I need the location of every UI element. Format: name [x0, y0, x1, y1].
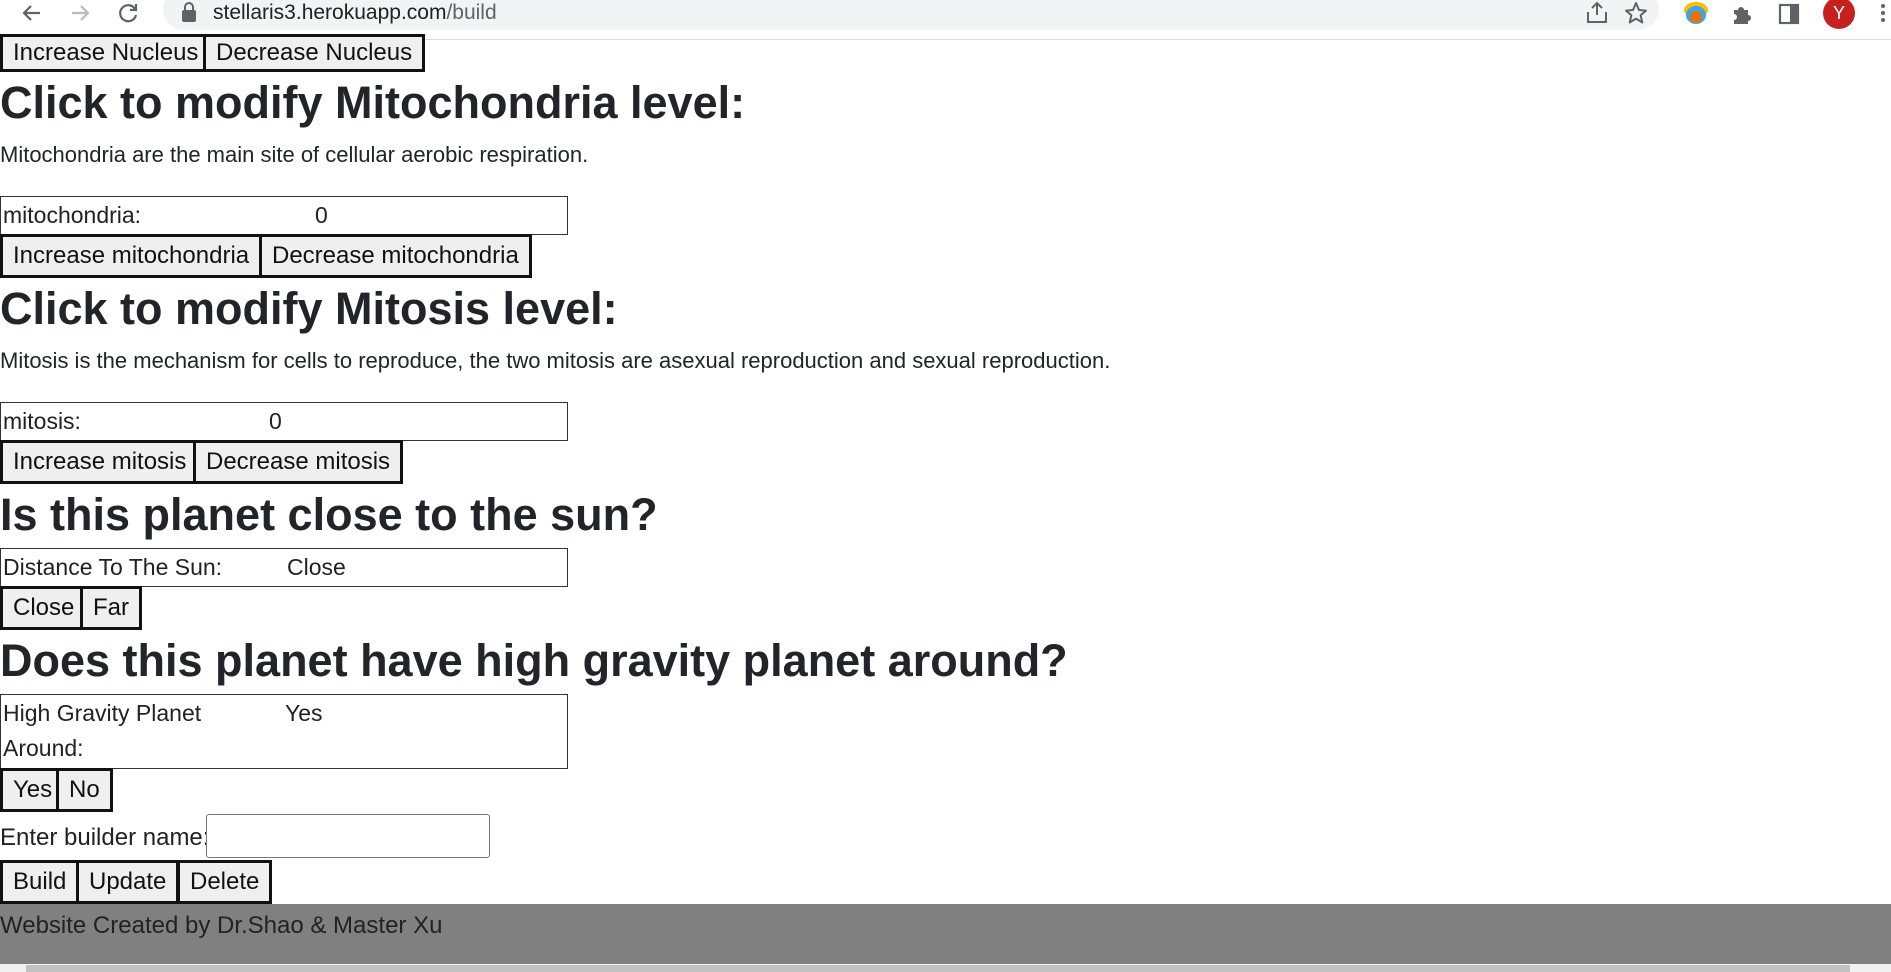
url-host: stellaris3.herokuapp.com: [213, 1, 447, 24]
sun-distance-stat-box: Distance To The Sun: Close: [0, 548, 568, 587]
far-button[interactable]: Far: [80, 586, 142, 630]
mitochondria-stat-value: 0: [315, 202, 328, 228]
gravity-stat-value: Yes: [285, 700, 323, 726]
footer-credit: Website Created by Dr.Shao & Master Xu: [0, 912, 443, 939]
sun-distance-heading: Is this planet close to the sun?: [0, 489, 658, 540]
gravity-stat-box: High Gravity Planet Around: Yes: [0, 694, 568, 769]
forward-icon[interactable]: [62, 0, 98, 26]
mitochondria-stat-box: mitochondria: 0: [0, 196, 568, 235]
url-path: /build: [446, 1, 497, 24]
sun-distance-stat-value: Close: [287, 554, 346, 580]
puzzle-icon[interactable]: [1726, 0, 1758, 28]
mitochondria-heading: Click to modify Mitochondria level:: [0, 77, 746, 128]
gravity-stat-label-line2: Around:: [3, 735, 84, 761]
side-panel-icon[interactable]: [1773, 0, 1805, 28]
mitosis-stat-value: 0: [269, 408, 282, 434]
kebab-menu-icon[interactable]: [1878, 2, 1888, 24]
delete-button[interactable]: Delete: [177, 860, 273, 904]
increase-nucleus-button[interactable]: Increase Nucleus: [0, 34, 212, 72]
builder-name-input[interactable]: [206, 814, 490, 858]
increase-mitochondria-button[interactable]: Increase mitochondria: [0, 234, 263, 278]
profile-avatar[interactable]: Y: [1823, 0, 1855, 29]
extension-colorful-icon[interactable]: [1680, 0, 1712, 28]
close-button[interactable]: Close: [0, 586, 88, 630]
gravity-heading: Does this planet have high gravity plane…: [0, 635, 1068, 686]
sun-distance-stat-label: Distance To The Sun:: [3, 554, 223, 580]
mitochondria-stat-label: mitochondria:: [3, 202, 142, 228]
gravity-stat-label-line1: High Gravity Planet: [3, 700, 202, 726]
reload-icon[interactable]: [110, 0, 146, 26]
decrease-mitosis-button[interactable]: Decrease mitosis: [193, 440, 404, 484]
mitosis-stat-label: mitosis:: [3, 408, 81, 434]
mitosis-heading: Click to modify Mitosis level:: [0, 283, 618, 334]
back-icon[interactable]: [14, 0, 50, 26]
lock-icon[interactable]: [181, 1, 197, 23]
scrollbar-thumb[interactable]: [26, 965, 1850, 972]
decrease-mitochondria-button[interactable]: Decrease mitochondria: [259, 234, 532, 278]
decrease-nucleus-button[interactable]: Decrease Nucleus: [203, 34, 426, 72]
build-button[interactable]: Build: [0, 860, 80, 904]
no-button[interactable]: No: [56, 768, 113, 812]
mitosis-description: Mitosis is the mechanism for cells to re…: [0, 348, 1111, 373]
increase-mitosis-button[interactable]: Increase mitosis: [0, 440, 200, 484]
avatar-letter: Y: [1832, 2, 1845, 23]
footer: Website Created by Dr.Shao & Master Xu: [0, 904, 1891, 964]
share-icon[interactable]: [1584, 0, 1610, 26]
mitosis-stat-box: mitosis: 0: [0, 402, 568, 441]
horizontal-scrollbar[interactable]: [0, 964, 1891, 972]
update-button[interactable]: Update: [76, 860, 180, 904]
url-text[interactable]: stellaris3.herokuapp.com/build: [213, 1, 497, 25]
builder-name-label: Enter builder name:: [0, 824, 210, 851]
mitochondria-description: Mitochondria are the main site of cellul…: [0, 142, 589, 167]
address-bar[interactable]: stellaris3.herokuapp.com/build: [163, 0, 1659, 30]
star-icon[interactable]: [1623, 0, 1649, 26]
